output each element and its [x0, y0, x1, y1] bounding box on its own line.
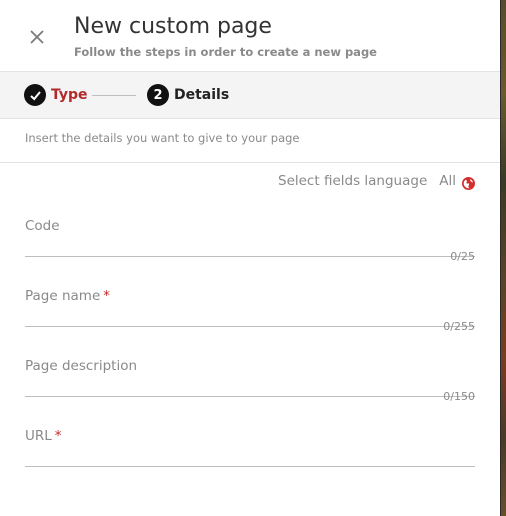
step-details[interactable]: 2 Details [147, 84, 229, 106]
page-title: New custom page [74, 14, 272, 39]
globe-icon[interactable] [462, 175, 475, 190]
page-name-label: Page name * [25, 288, 111, 304]
panel-header: New custom page Follow the steps in orde… [0, 0, 500, 72]
required-marker: * [54, 428, 62, 444]
step-label: Type [51, 87, 88, 103]
page-description-counter: 0/150 [443, 390, 475, 403]
side-panel: New custom page Follow the steps in orde… [0, 0, 500, 516]
page-description-input[interactable] [25, 381, 475, 397]
step-connector [92, 95, 136, 96]
page-name-field: Page name * 0/255 [25, 288, 475, 333]
page-name-counter: 0/255 [443, 320, 475, 333]
close-button[interactable] [24, 24, 50, 50]
url-input[interactable] [25, 451, 475, 467]
step-label: Details [174, 87, 230, 103]
step-number: 2 [147, 84, 169, 106]
page-name-input[interactable] [25, 311, 475, 327]
check-icon [24, 84, 46, 106]
url-label: URL * [25, 428, 62, 444]
code-label: Code [25, 218, 60, 234]
code-counter: 0/25 [450, 250, 475, 263]
stepper: Type 2 Details [0, 72, 500, 119]
language-label: Select fields language [278, 173, 428, 189]
language-value[interactable]: All [439, 173, 456, 189]
background-image-strip [500, 0, 506, 516]
page-description-label: Page description [25, 358, 138, 374]
code-field: Code 0/25 [25, 218, 475, 263]
code-input[interactable] [25, 241, 475, 257]
page-subtitle: Follow the steps in order to create a ne… [74, 45, 377, 59]
step-type[interactable]: Type [24, 84, 88, 106]
close-icon [30, 30, 44, 44]
required-marker: * [103, 288, 111, 304]
page-description-field: Page description 0/150 [25, 358, 475, 403]
url-field: URL * [25, 428, 475, 467]
instructions-text: Insert the details you want to give to y… [0, 119, 500, 163]
language-selector: Select fields language All [278, 173, 475, 190]
